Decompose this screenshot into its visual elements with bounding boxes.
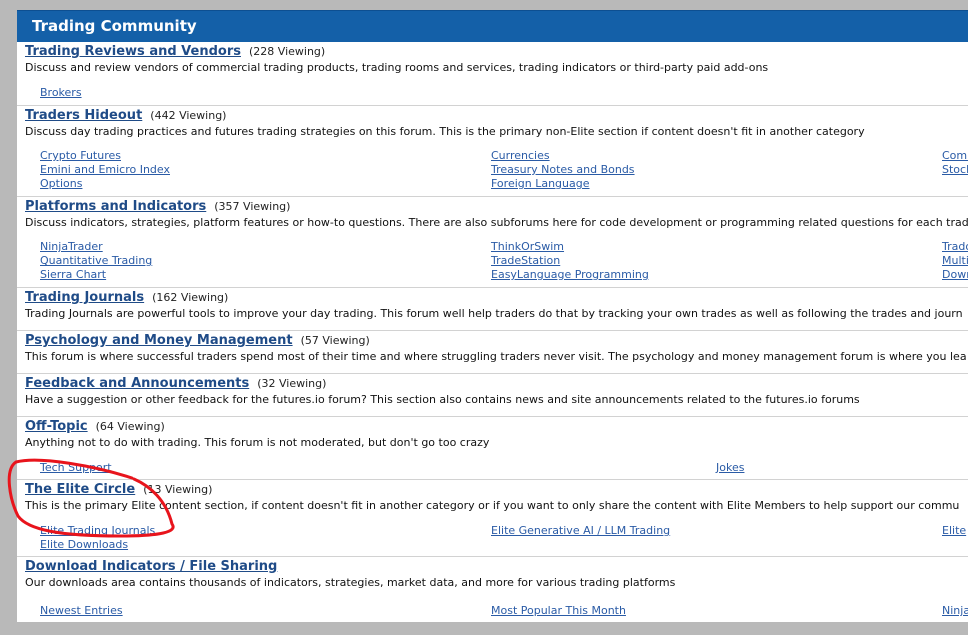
- forum-description: Discuss day trading practices and future…: [25, 125, 865, 138]
- subforum-link[interactable]: Elite Downloads: [40, 538, 128, 551]
- subforum-link[interactable]: Most Popular This Month: [491, 604, 626, 617]
- forum-row-off-topic: Off-Topic (64 Viewing) Anything not to do…: [17, 417, 968, 480]
- subforum-link[interactable]: Ninja: [942, 604, 968, 617]
- subforum-link[interactable]: Foreign Language: [491, 177, 590, 190]
- subforum-link[interactable]: Down: [942, 268, 968, 281]
- subforum-link[interactable]: Elite Trading Journals: [40, 524, 155, 537]
- forum-title-link[interactable]: The Elite Circle (13 Viewing): [25, 482, 212, 497]
- viewing-count: (57 Viewing): [300, 334, 370, 347]
- forum-title-link[interactable]: Download Indicators / File Sharing: [25, 559, 277, 574]
- subforum-link[interactable]: Elite: [942, 524, 966, 537]
- forum-title-link[interactable]: Traders Hideout (442 Viewing): [25, 108, 226, 123]
- category-title: Trading Community: [32, 17, 197, 35]
- subforum-link[interactable]: Newest Entries: [40, 604, 123, 617]
- subforum-link[interactable]: EasyLanguage Programming: [491, 268, 649, 281]
- subforum-link[interactable]: ThinkOrSwim: [491, 240, 564, 253]
- subforum-link[interactable]: Elite Generative AI / LLM Trading: [491, 524, 670, 537]
- forum-description: Anything not to do with trading. This fo…: [25, 436, 490, 449]
- subforum-link[interactable]: Comm: [942, 149, 968, 162]
- forum-row-feedback: Feedback and Announcements (32 Viewing) H…: [17, 374, 968, 417]
- viewing-count: (228 Viewing): [249, 45, 326, 58]
- forum-title-link[interactable]: Trading Journals (162 Viewing): [25, 290, 228, 305]
- forum-description: Trading Journals are powerful tools to i…: [25, 307, 963, 320]
- forum-row-downloads: Download Indicators / File Sharing Our d…: [17, 557, 968, 622]
- forum-row-traders-hideout: Traders Hideout (442 Viewing) Discuss day…: [17, 106, 968, 197]
- forum-description: Discuss indicators, strategies, platform…: [25, 216, 968, 229]
- forum-title-link[interactable]: Platforms and Indicators (357 Viewing): [25, 199, 290, 214]
- subforum-link[interactable]: Brokers: [40, 86, 82, 99]
- subforum-link[interactable]: Trado: [942, 240, 968, 253]
- subforum-link[interactable]: Multi: [942, 254, 968, 267]
- subforum-link[interactable]: TradeStation: [491, 254, 560, 267]
- forum-title-link[interactable]: Trading Reviews and Vendors (228 Viewing): [25, 44, 325, 59]
- forum-row-trading-reviews: Trading Reviews and Vendors (228 Viewing)…: [17, 42, 968, 106]
- subforum-link[interactable]: NinjaTrader: [40, 240, 103, 253]
- forum-description: Discuss and review vendors of commercial…: [25, 61, 769, 74]
- forum-title-link[interactable]: Feedback and Announcements (32 Viewing): [25, 376, 326, 391]
- subforum-link[interactable]: Stock: [942, 163, 968, 176]
- forum-description: This is the primary Elite content sectio…: [25, 499, 960, 512]
- forum-title-link[interactable]: Off-Topic (64 Viewing): [25, 419, 165, 434]
- subforum-link[interactable]: Treasury Notes and Bonds: [491, 163, 635, 176]
- subforum-link[interactable]: Quantitative Trading: [40, 254, 152, 267]
- subforum-link[interactable]: Sierra Chart: [40, 268, 106, 281]
- subforum-link[interactable]: Emini and Emicro Index: [40, 163, 170, 176]
- viewing-count: (32 Viewing): [257, 377, 327, 390]
- forum-row-elite-circle: The Elite Circle (13 Viewing) This is the…: [17, 480, 968, 557]
- forum-title-link[interactable]: Psychology and Money Management (57 Viewi…: [25, 333, 370, 348]
- subforum-link[interactable]: Crypto Futures: [40, 149, 121, 162]
- viewing-count: (357 Viewing): [214, 200, 291, 213]
- subforum-link[interactable]: Currencies: [491, 149, 550, 162]
- forum-row-trading-journals: Trading Journals (162 Viewing) Trading Jo…: [17, 288, 968, 331]
- forum-description: Our downloads area contains thousands of…: [25, 576, 676, 589]
- viewing-count: (64 Viewing): [95, 420, 165, 433]
- forum-description: This forum is where successful traders s…: [25, 350, 967, 363]
- trading-community-panel: Trading Community Trading Reviews and Ve…: [17, 10, 968, 622]
- subforum-link[interactable]: Tech Support: [40, 461, 112, 474]
- subforum-link[interactable]: Options: [40, 177, 82, 190]
- forum-row-platforms-indicators: Platforms and Indicators (357 Viewing) Di…: [17, 197, 968, 288]
- subforum-link[interactable]: Jokes: [716, 461, 744, 474]
- viewing-count: (442 Viewing): [150, 109, 227, 122]
- viewing-count: (162 Viewing): [152, 291, 229, 304]
- forum-description: Have a suggestion or other feedback for …: [25, 393, 860, 406]
- forum-row-psychology: Psychology and Money Management (57 Viewi…: [17, 331, 968, 374]
- viewing-count: (13 Viewing): [143, 483, 213, 496]
- category-header: Trading Community: [17, 10, 968, 42]
